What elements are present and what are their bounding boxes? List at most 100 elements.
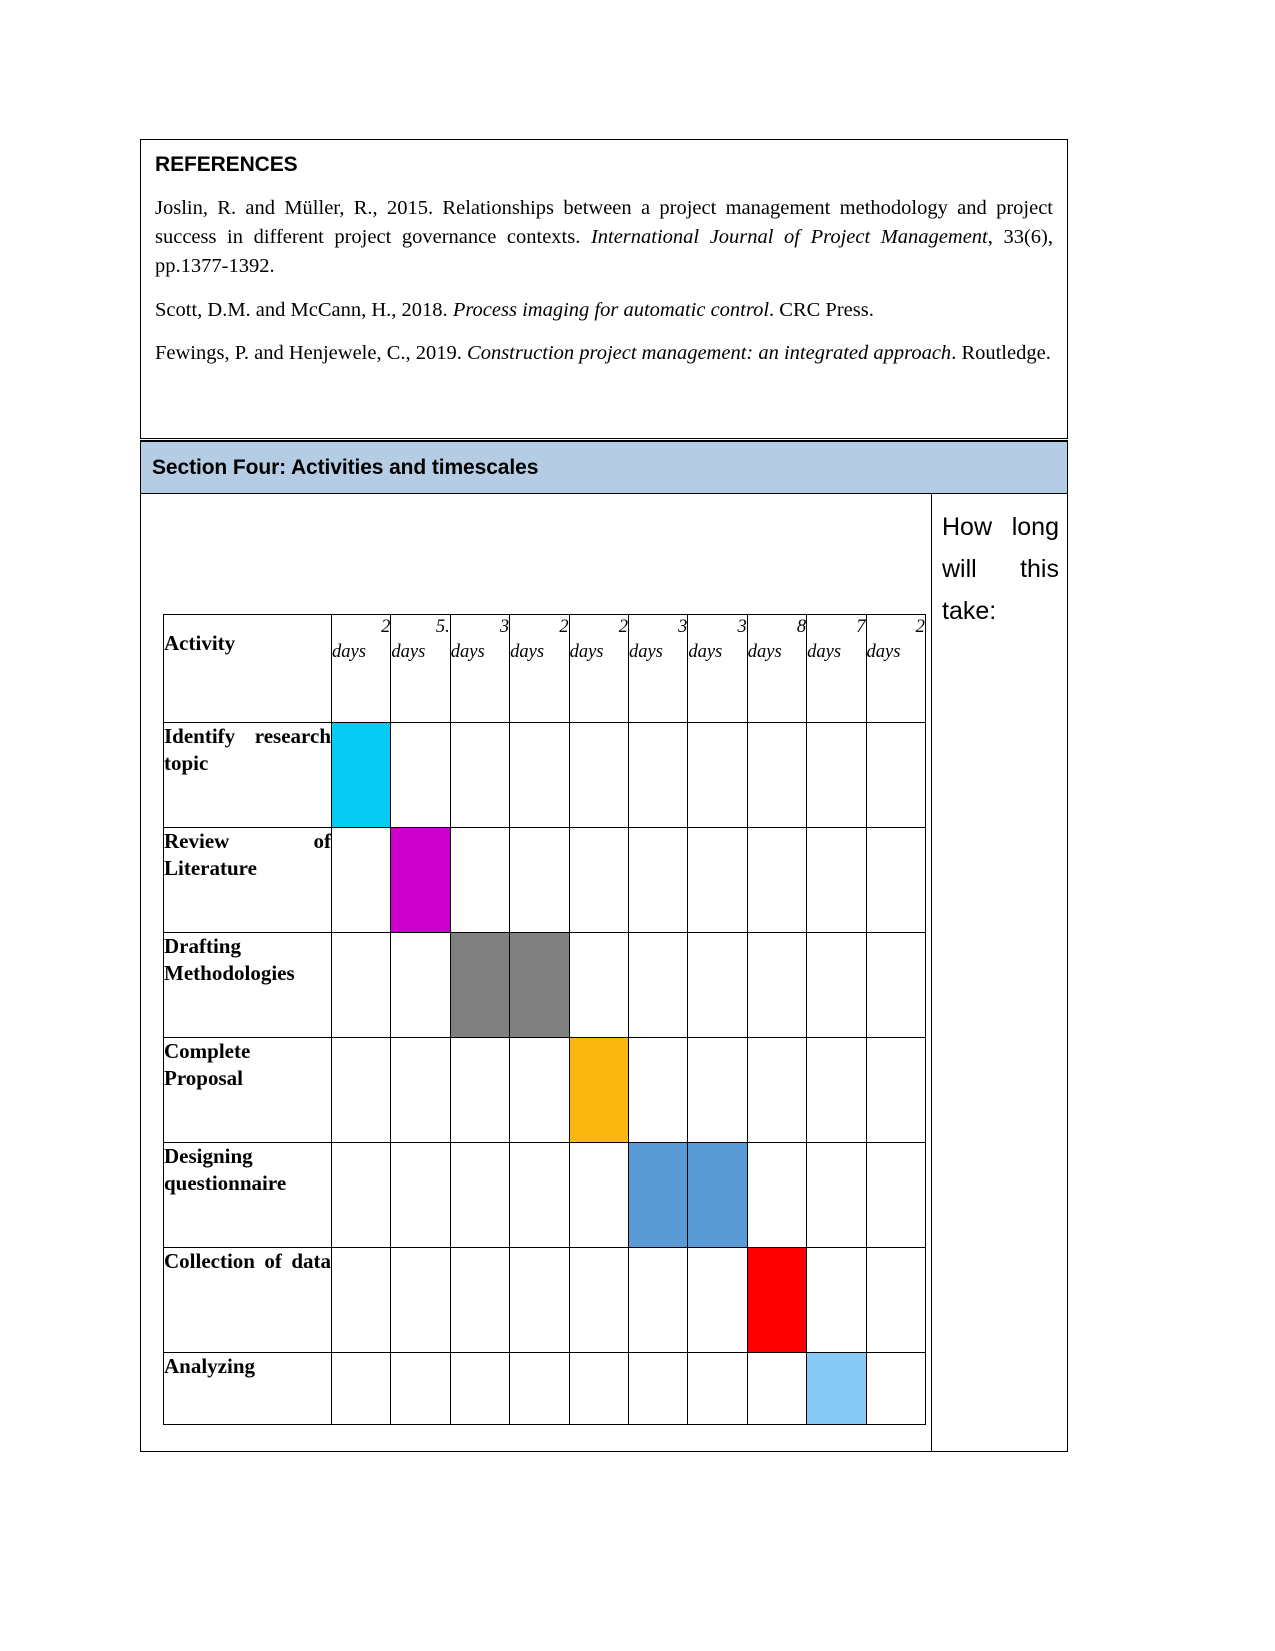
gantt-empty-cell	[449, 1247, 511, 1353]
activity-name-cell: Review of Literature	[163, 827, 332, 933]
duration-unit: days	[450, 641, 485, 662]
gantt-empty-cell	[390, 1352, 451, 1425]
activity-label: Complete Proposal	[164, 1039, 251, 1090]
gantt-empty-cell	[627, 1037, 689, 1143]
gantt-bar-cell	[627, 1142, 689, 1248]
column-header-duration-5: 2 days	[568, 614, 629, 723]
table-row: Collection of data	[163, 1247, 926, 1353]
table-row: Identify research topic	[163, 722, 926, 828]
column-header-duration-4: 2 days	[509, 614, 570, 723]
duration-number: 3	[678, 617, 688, 637]
activity-name-cell: Collection of data	[163, 1247, 332, 1353]
reference-title-italic: Construction project management: an inte…	[467, 341, 952, 364]
table-row: Review of Literature	[163, 827, 926, 933]
references-section: REFERENCES Joslin, R. and Müller, R., 20…	[140, 139, 1068, 439]
gantt-empty-cell	[509, 1142, 570, 1248]
activity-label: Designing questionnaire	[164, 1144, 287, 1195]
column-header-duration-2: 5. days	[390, 614, 451, 723]
duration-number: 3	[499, 617, 510, 637]
gantt-header-row: Activity 2 days 5. days 3 days 2 days 2 days 3 days…	[163, 614, 926, 723]
gantt-empty-cell	[806, 1247, 867, 1353]
gantt-empty-cell	[806, 932, 867, 1038]
gantt-table-head: Activity 2 days 5. days 3 days 2 days 2 days 3 days…	[163, 614, 926, 723]
section-four-title: Section Four: Activities and timescales	[152, 455, 539, 479]
duration-number: 2	[381, 617, 391, 637]
gantt-empty-cell	[687, 1352, 748, 1425]
gantt-empty-cell	[687, 722, 748, 828]
gantt-empty-cell	[865, 722, 926, 828]
column-header-duration-8: 8 days	[746, 614, 808, 723]
gantt-empty-cell	[509, 1247, 570, 1353]
activity-label: Analyzing	[164, 1354, 256, 1378]
gantt-empty-cell	[568, 1352, 629, 1425]
gantt-bar-cell	[806, 1352, 867, 1425]
reference-title-italic: Process imaging for automatic control	[452, 298, 770, 321]
gantt-empty-cell	[865, 932, 926, 1038]
column-header-duration-9: 7 days	[806, 614, 867, 723]
column-header-duration-7: 3 days	[687, 614, 748, 723]
gantt-table-wrapper: Activity 2 days 5. days 3 days 2 days 2 days 3 days…	[163, 614, 926, 1425]
duration-unit: days	[569, 641, 604, 662]
gantt-empty-cell	[568, 932, 629, 1038]
duration-unit: days	[628, 641, 663, 662]
gantt-empty-cell	[449, 827, 511, 933]
gantt-empty-cell	[449, 1142, 511, 1248]
gantt-bar-cell	[509, 932, 570, 1038]
duration-unit: days	[332, 641, 366, 662]
duration-unit: days	[747, 641, 782, 662]
gantt-empty-cell	[509, 722, 570, 828]
reference-entry: Fewings, P. and Henjewele, C., 2019. Con…	[155, 339, 1055, 368]
reference-text: Scott, D.M. and McCann, H., 2018.	[155, 298, 453, 321]
reference-text: Fewings, P. and Henjewele, C., 2019.	[155, 341, 468, 364]
gantt-empty-cell	[687, 827, 748, 933]
gantt-empty-cell	[865, 1352, 926, 1425]
gantt-empty-cell	[330, 1142, 392, 1248]
duration-number: 2	[559, 617, 569, 637]
gantt-bar-cell	[746, 1247, 808, 1353]
gantt-empty-cell	[330, 827, 392, 933]
gantt-empty-cell	[746, 932, 808, 1038]
activity-label: Identify research topic	[164, 724, 331, 775]
reference-text: . Routledge.	[951, 341, 1051, 364]
duration-unit: days	[510, 641, 545, 662]
gantt-empty-cell	[746, 827, 808, 933]
gantt-empty-cell	[509, 1037, 570, 1143]
gantt-empty-cell	[449, 1352, 511, 1425]
activity-label: Collection of data	[164, 1249, 331, 1273]
gantt-empty-cell	[568, 1247, 629, 1353]
column-header-duration-10: 2 days	[865, 614, 926, 723]
gantt-empty-cell	[390, 1037, 451, 1143]
gantt-empty-cell	[627, 722, 689, 828]
gantt-empty-cell	[865, 827, 926, 933]
activity-name-cell: Complete Proposal	[163, 1037, 332, 1143]
gantt-empty-cell	[687, 1247, 748, 1353]
gantt-bar-cell	[687, 1142, 748, 1248]
duration-number: 7	[856, 617, 866, 637]
gantt-empty-cell	[806, 1037, 867, 1143]
gantt-empty-cell	[746, 722, 808, 828]
activity-label: Drafting Methodologies	[164, 934, 295, 985]
column-header-activity-label: Activity	[164, 631, 236, 655]
activity-name-cell: Designing questionnaire	[163, 1142, 332, 1248]
gantt-empty-cell	[330, 1352, 392, 1425]
gantt-empty-cell	[627, 1247, 689, 1353]
gantt-area: Activity 2 days 5. days 3 days 2 days 2 days 3 days…	[141, 494, 931, 1451]
gantt-table-body: Identify research topic Review of Literat…	[163, 722, 926, 1425]
column-header-duration-1: 2 days	[330, 614, 392, 723]
gantt-empty-cell	[390, 1142, 451, 1248]
table-row: Designing questionnaire	[163, 1142, 926, 1248]
gantt-empty-cell	[449, 1037, 511, 1143]
column-header-duration-3: 3 days	[449, 614, 511, 723]
table-row: Complete Proposal	[163, 1037, 926, 1143]
table-row: Analyzing	[163, 1352, 926, 1425]
activity-label: Review of Literature	[164, 829, 331, 880]
gantt-empty-cell	[806, 827, 867, 933]
gantt-empty-cell	[865, 1037, 926, 1143]
gantt-empty-cell	[390, 1247, 451, 1353]
activities-timescale-table: Activity 2 days 5. days 3 days 2 days 2 days 3 days…	[163, 614, 926, 1425]
duration-number: 8	[796, 617, 807, 637]
gantt-empty-cell	[806, 722, 867, 828]
gantt-empty-cell	[865, 1142, 926, 1248]
references-bottom-spacer	[153, 368, 1055, 408]
gantt-empty-cell	[509, 827, 570, 933]
